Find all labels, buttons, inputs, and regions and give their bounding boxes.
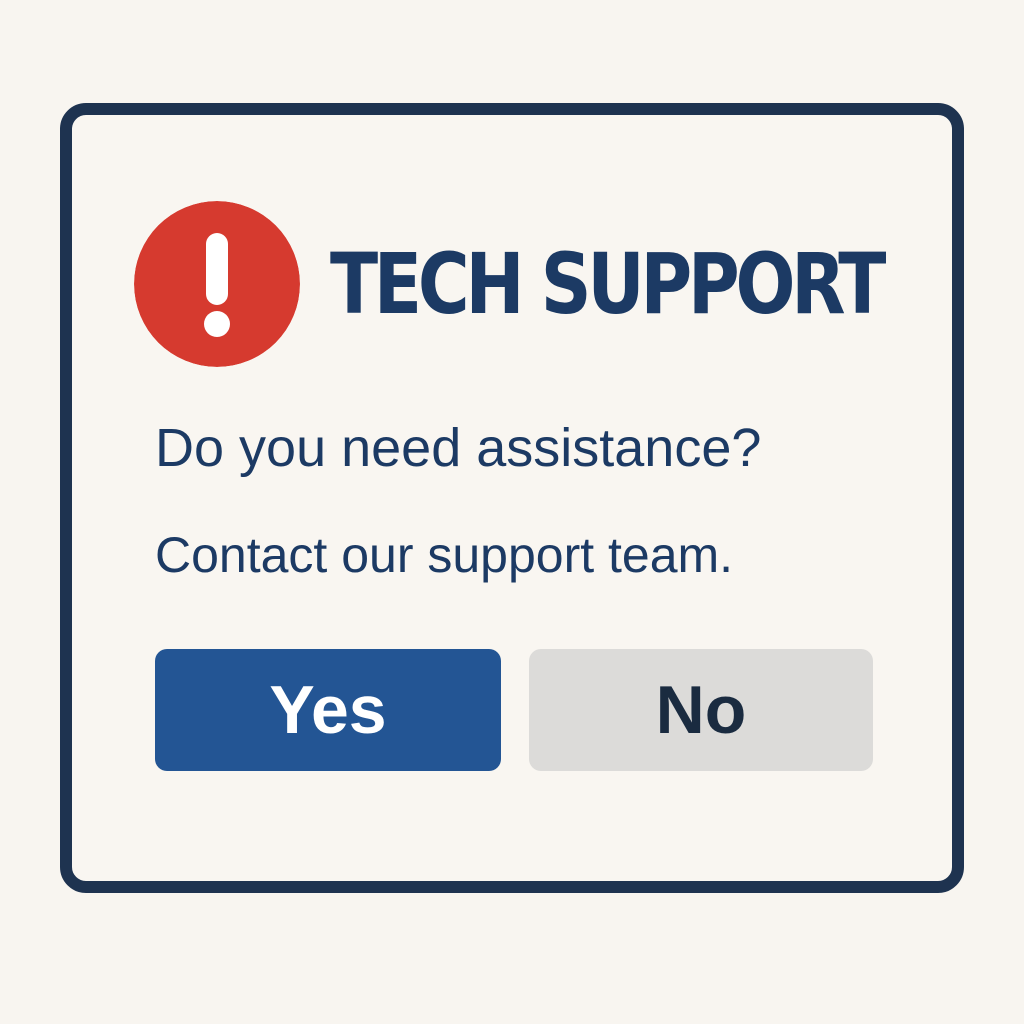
- tech-support-dialog: TECH SUPPORT Do you need assistance? Con…: [60, 103, 964, 893]
- dialog-header: TECH SUPPORT: [134, 201, 987, 367]
- yes-button[interactable]: Yes: [155, 649, 501, 771]
- dialog-message: Contact our support team.: [155, 527, 734, 583]
- exclamation-alert-icon: [134, 201, 300, 367]
- yes-button-label: Yes: [269, 672, 387, 748]
- dialog-title: TECH SUPPORT: [330, 235, 886, 333]
- no-button[interactable]: No: [529, 649, 873, 771]
- dialog-question: Do you need assistance?: [155, 418, 762, 478]
- no-button-label: No: [655, 672, 747, 748]
